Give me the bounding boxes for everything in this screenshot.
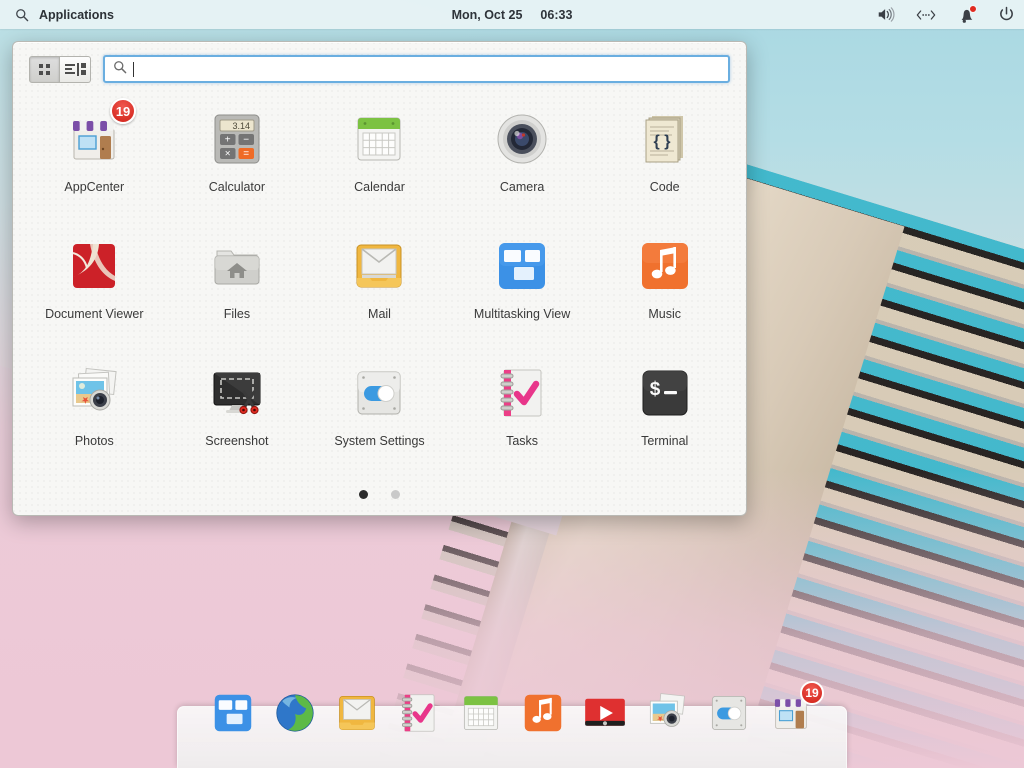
search-icon bbox=[12, 5, 32, 25]
dock-item-tasks[interactable] bbox=[395, 689, 443, 737]
app-item-document-viewer[interactable]: Document Viewer bbox=[23, 226, 166, 353]
text-cursor bbox=[133, 61, 134, 77]
app-label: Terminal bbox=[641, 434, 689, 448]
panel-indicators bbox=[876, 0, 1016, 29]
panel-datetime[interactable]: Mon, Oct 25 06:33 bbox=[0, 0, 1024, 29]
dock-item-multitasking-view[interactable] bbox=[209, 689, 257, 737]
app-item-terminal[interactable]: $ Terminal bbox=[593, 353, 736, 480]
search-input[interactable] bbox=[140, 61, 720, 77]
app-item-music[interactable]: Music bbox=[593, 226, 736, 353]
app-label: Document Viewer bbox=[45, 307, 144, 321]
volume-icon[interactable] bbox=[876, 5, 896, 25]
app-label: Multitasking View bbox=[473, 307, 571, 321]
notification-bell-icon[interactable] bbox=[956, 4, 977, 25]
dock: 19 bbox=[177, 681, 847, 768]
dock-appcenter-badge: 19 bbox=[800, 681, 824, 705]
launcher-header bbox=[13, 42, 746, 83]
page-dot-2[interactable] bbox=[391, 490, 400, 499]
system-settings-icon bbox=[347, 361, 411, 425]
files-icon bbox=[205, 234, 269, 298]
panel-date[interactable]: Mon, Oct 25 bbox=[452, 8, 523, 22]
dock-item-system-settings[interactable] bbox=[705, 689, 753, 737]
notification-unread-dot bbox=[969, 4, 977, 13]
app-label: Camera bbox=[499, 180, 545, 194]
camera-icon bbox=[490, 107, 554, 171]
dock-item-appcenter[interactable]: 19 bbox=[767, 681, 824, 737]
photos-icon bbox=[62, 361, 126, 425]
app-label: Mail bbox=[368, 307, 391, 321]
svg-text:×: × bbox=[225, 149, 231, 160]
top-panel: Applications Mon, Oct 25 06:33 bbox=[0, 0, 1024, 29]
app-label: Files bbox=[223, 307, 251, 321]
app-label: Tasks bbox=[506, 434, 539, 448]
code-glyph: { } bbox=[653, 133, 670, 150]
app-item-files[interactable]: Files bbox=[166, 226, 309, 353]
grid-view-button[interactable] bbox=[29, 55, 60, 83]
code-icon: { } bbox=[633, 107, 697, 171]
applications-menu-button[interactable]: Applications bbox=[0, 0, 124, 29]
appcenter-badge: 19 bbox=[109, 98, 137, 124]
screenshot-icon bbox=[205, 361, 269, 425]
page-dot-1[interactable] bbox=[359, 490, 368, 499]
search-field[interactable] bbox=[103, 55, 730, 83]
calendar-icon bbox=[347, 107, 411, 171]
app-label: Calendar bbox=[354, 180, 405, 194]
desktop[interactable]: Applications Mon, Oct 25 06:33 19 AppCen… bbox=[0, 0, 1024, 768]
terminal-prompt-glyph: $ bbox=[649, 379, 660, 400]
mail-icon bbox=[347, 234, 411, 298]
dock-item-web-browser[interactable] bbox=[271, 689, 319, 737]
dock-item-calendar[interactable] bbox=[457, 689, 505, 737]
svg-text:=: = bbox=[243, 149, 249, 160]
app-item-multitasking-view[interactable]: Multitasking View bbox=[451, 226, 594, 353]
application-grid: 19 AppCenter 3.14 + − × = Calculator Cal… bbox=[13, 83, 746, 480]
app-label: Music bbox=[648, 307, 682, 321]
dock-item-music[interactable] bbox=[519, 689, 567, 737]
grid-view-icon bbox=[39, 63, 50, 75]
app-item-calendar[interactable]: Calendar bbox=[308, 99, 451, 226]
app-item-camera[interactable]: Camera bbox=[451, 99, 594, 226]
app-label: Calculator bbox=[208, 180, 266, 194]
app-label: Code bbox=[649, 180, 680, 194]
view-mode-toggle bbox=[29, 55, 91, 83]
search-icon bbox=[113, 60, 127, 79]
app-label: AppCenter bbox=[64, 180, 125, 194]
app-label: Photos bbox=[74, 434, 114, 448]
dock-item-photos[interactable] bbox=[643, 689, 691, 737]
page-indicator bbox=[13, 490, 746, 499]
svg-text:−: − bbox=[243, 135, 249, 146]
appcenter-icon: 19 bbox=[62, 98, 137, 171]
document-viewer-icon bbox=[62, 234, 126, 298]
app-item-system-settings[interactable]: System Settings bbox=[308, 353, 451, 480]
app-item-photos[interactable]: Photos bbox=[23, 353, 166, 480]
terminal-icon: $ bbox=[633, 361, 697, 425]
category-view-button[interactable] bbox=[60, 55, 91, 83]
calculator-display-value: 3.14 bbox=[232, 121, 250, 131]
multitasking-view-icon bbox=[490, 234, 554, 298]
app-item-screenshot[interactable]: Screenshot bbox=[166, 353, 309, 480]
power-icon[interactable] bbox=[996, 5, 1016, 25]
applications-menu-label: Applications bbox=[39, 7, 115, 22]
music-icon bbox=[633, 234, 697, 298]
applications-launcher: 19 AppCenter 3.14 + − × = Calculator Cal… bbox=[12, 41, 747, 516]
network-icon[interactable] bbox=[916, 5, 936, 25]
app-item-code[interactable]: { } Code bbox=[593, 99, 736, 226]
calculator-icon: 3.14 + − × = bbox=[205, 107, 269, 171]
dock-item-videos[interactable] bbox=[581, 689, 629, 737]
dock-item-mail[interactable] bbox=[333, 689, 381, 737]
app-item-mail[interactable]: Mail bbox=[308, 226, 451, 353]
app-item-calculator[interactable]: 3.14 + − × = Calculator bbox=[166, 99, 309, 226]
category-view-icon bbox=[64, 62, 86, 76]
app-item-appcenter[interactable]: 19 AppCenter bbox=[23, 98, 166, 226]
app-label: Screenshot bbox=[205, 434, 269, 448]
tasks-icon bbox=[490, 361, 554, 425]
app-item-tasks[interactable]: Tasks bbox=[451, 353, 594, 480]
panel-time[interactable]: 06:33 bbox=[540, 8, 572, 22]
svg-text:+: + bbox=[225, 135, 231, 146]
app-label: System Settings bbox=[334, 434, 425, 448]
